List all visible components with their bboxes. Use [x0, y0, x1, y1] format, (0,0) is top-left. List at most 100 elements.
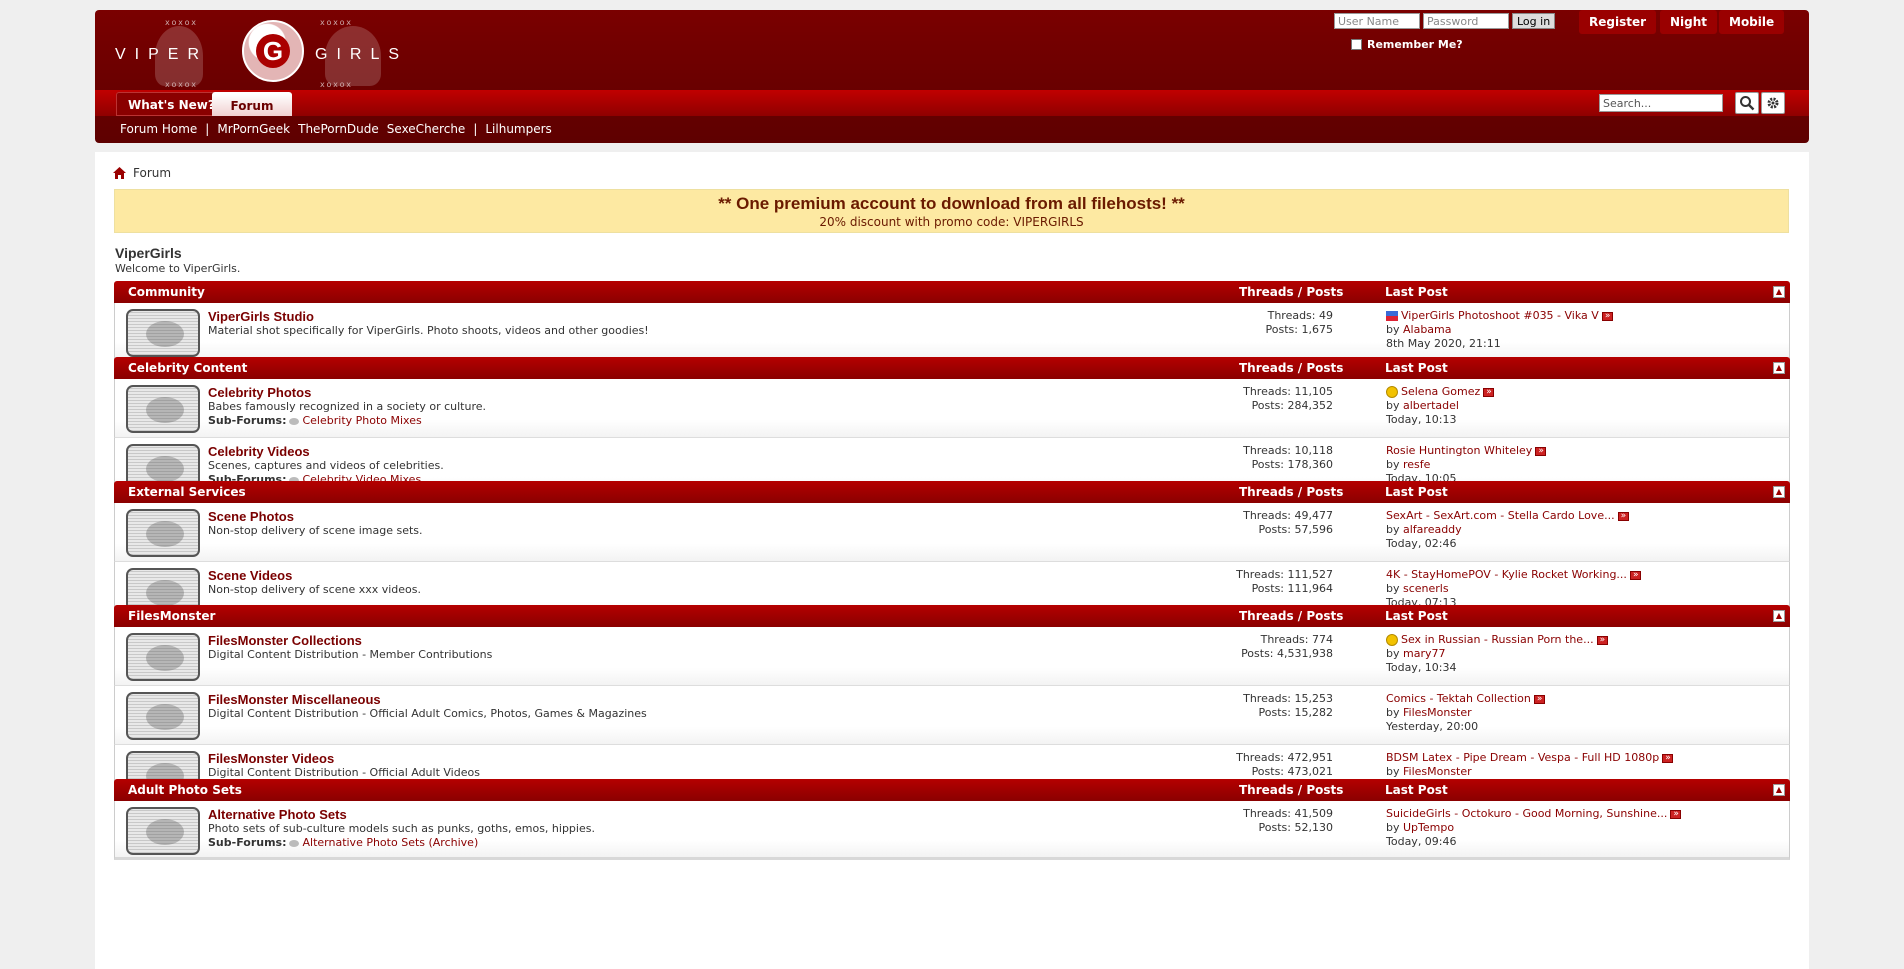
last-post: SexArt - SexArt.com - Stella Cardo Love.…	[1386, 509, 1629, 551]
last-post-title[interactable]: SexArt - SexArt.com - Stella Cardo Love.…	[1386, 509, 1615, 522]
last-post-author[interactable]: albertadel	[1403, 399, 1459, 412]
sub-navigation: Forum Home | MrPornGeek ThePornDude Sexe…	[120, 122, 552, 136]
forum-title[interactable]: Alternative Photo Sets	[208, 807, 347, 822]
last-post-title[interactable]: ViperGirls Photoshoot #035 - Vika V	[1401, 309, 1599, 322]
category-name[interactable]: Adult Photo Sets	[128, 779, 242, 801]
last-post-by-prefix: by	[1386, 647, 1400, 660]
last-post-title[interactable]: BDSM Latex - Pipe Dream - Vespa - Full H…	[1386, 751, 1659, 764]
login-button[interactable]: Log in	[1512, 13, 1556, 29]
go-to-last-post-icon[interactable]	[1533, 692, 1545, 706]
forum-title[interactable]: FilesMonster Videos	[208, 751, 334, 766]
column-threads-posts: Threads / Posts	[1239, 361, 1344, 375]
forum-stats: Threads: 41,509 Posts: 52,130	[1243, 807, 1333, 835]
breadcrumb: Forum	[113, 166, 171, 180]
remember-me[interactable]: Remember Me?	[1351, 38, 1463, 51]
category-name[interactable]: Community	[128, 281, 205, 303]
subnav-sexecherche[interactable]: SexeCherche	[387, 122, 466, 136]
forum-title[interactable]: FilesMonster Miscellaneous	[208, 692, 381, 707]
last-post-author[interactable]: Alabama	[1403, 323, 1452, 336]
category-header: Adult Photo Sets Threads / Posts Last Post…	[114, 779, 1790, 801]
subnav-theporndude[interactable]: ThePornDude	[298, 122, 379, 136]
last-post-by-prefix: by	[1386, 765, 1400, 778]
collapse-icon[interactable]: ▲	[1773, 784, 1785, 796]
go-to-last-post-icon[interactable]	[1483, 385, 1495, 399]
forum-title[interactable]: Scene Photos	[208, 509, 294, 524]
forum-title[interactable]: Celebrity Videos	[208, 444, 310, 459]
last-post: Comics - Tektah Collectionby FilesMonste…	[1386, 692, 1545, 734]
collapse-icon[interactable]: ▲	[1773, 286, 1785, 298]
forum-thumbnail[interactable]	[126, 633, 200, 681]
search-button[interactable]	[1735, 92, 1759, 114]
board-title: ViperGirls	[115, 245, 182, 261]
go-to-last-post-icon[interactable]	[1596, 633, 1608, 647]
last-post-title[interactable]: Rosie Huntington Whiteley	[1386, 444, 1532, 457]
go-to-last-post-icon[interactable]	[1670, 807, 1682, 821]
subnav-forum-home[interactable]: Forum Home	[120, 122, 197, 136]
collapse-icon[interactable]: ▲	[1773, 610, 1785, 622]
password-input[interactable]	[1423, 13, 1509, 29]
forum-description: Digital Content Distribution - Official …	[208, 766, 480, 779]
last-post-title[interactable]: SuicideGirls - Octokuro - Good Morning, …	[1386, 807, 1667, 820]
category-name[interactable]: External Services	[128, 481, 246, 503]
forum-thumbnail[interactable]	[126, 309, 200, 357]
go-to-last-post-icon[interactable]	[1617, 509, 1629, 523]
forum-thumbnail[interactable]	[126, 509, 200, 557]
last-post-author[interactable]: resfe	[1403, 458, 1430, 471]
last-post-title[interactable]: Selena Gomez	[1401, 385, 1480, 398]
last-post-author[interactable]: mary77	[1403, 647, 1446, 660]
forum-description: Material shot specifically for ViperGirl…	[208, 324, 649, 337]
category-name[interactable]: FilesMonster	[128, 605, 215, 627]
last-post-author[interactable]: FilesMonster	[1403, 706, 1472, 719]
register-button[interactable]: Register	[1579, 10, 1657, 34]
go-to-last-post-icon[interactable]	[1629, 568, 1641, 582]
site-header: xoxox xoxox xoxox xoxox VIPER G GIRLS Lo…	[95, 10, 1809, 143]
forum-row: ViperGirls Studio Material shot specifica…	[114, 303, 1790, 362]
sub-forum-link[interactable]: Celebrity Photo Mixes	[302, 414, 421, 427]
last-post-author[interactable]: FilesMonster	[1403, 765, 1472, 778]
sub-forum-link[interactable]: Alternative Photo Sets (Archive)	[302, 836, 478, 849]
promo-banner[interactable]: ** One premium account to download from …	[114, 189, 1789, 233]
last-post-time: Today, 09:46	[1386, 835, 1457, 848]
night-mode-button[interactable]: Night	[1660, 10, 1718, 34]
home-icon[interactable]	[113, 167, 126, 179]
thread-count: Threads: 111,527	[1236, 568, 1333, 581]
forum-thumbnail[interactable]	[126, 692, 200, 740]
last-post-author[interactable]: scenerls	[1403, 582, 1449, 595]
category-4: Adult Photo Sets Threads / Posts Last Post…	[114, 779, 1790, 860]
nav-tab-bar: What's New? Forum	[95, 90, 1809, 116]
search-input[interactable]	[1599, 94, 1723, 112]
collapse-icon[interactable]: ▲	[1773, 486, 1785, 498]
tab-whats-new[interactable]: What's New?	[116, 92, 227, 116]
tab-forum[interactable]: Forum	[212, 92, 292, 116]
last-post-author[interactable]: alfareaddy	[1403, 523, 1462, 536]
forum-title[interactable]: FilesMonster Collections	[208, 633, 362, 648]
category-name[interactable]: Celebrity Content	[128, 357, 247, 379]
forum-title[interactable]: Celebrity Photos	[208, 385, 311, 400]
last-post-by-prefix: by	[1386, 582, 1400, 595]
forum-title[interactable]: Scene Videos	[208, 568, 292, 583]
last-post: SuicideGirls - Octokuro - Good Morning, …	[1386, 807, 1682, 849]
last-post-time: Yesterday, 20:00	[1386, 720, 1479, 733]
forum-stats: Threads: 472,951 Posts: 473,021	[1236, 751, 1333, 779]
mobile-button[interactable]: Mobile	[1719, 10, 1785, 34]
go-to-last-post-icon[interactable]	[1601, 309, 1613, 323]
remember-me-checkbox[interactable]	[1351, 39, 1362, 50]
thread-count: Threads: 49,477	[1243, 509, 1333, 522]
go-to-last-post-icon[interactable]	[1662, 751, 1674, 765]
advanced-search-button[interactable]	[1761, 92, 1785, 114]
last-post-title[interactable]: 4K - StayHomePOV - Kylie Rocket Working.…	[1386, 568, 1627, 581]
last-post-title[interactable]: Comics - Tektah Collection	[1386, 692, 1531, 705]
username-input[interactable]	[1334, 13, 1420, 29]
forum-thumbnail[interactable]	[126, 385, 200, 433]
site-logo[interactable]: xoxox xoxox xoxox xoxox VIPER G GIRLS	[115, 14, 415, 94]
go-to-last-post-icon[interactable]	[1535, 444, 1547, 458]
emoji-icon	[1386, 386, 1398, 398]
last-post-author[interactable]: UpTempo	[1403, 821, 1454, 834]
forum-thumbnail[interactable]	[126, 807, 200, 855]
subnav-lilhumpers[interactable]: Lilhumpers	[485, 122, 551, 136]
collapse-icon[interactable]: ▲	[1773, 362, 1785, 374]
forum-title[interactable]: ViperGirls Studio	[208, 309, 314, 324]
last-post-title[interactable]: Sex in Russian - Russian Porn the...	[1401, 633, 1594, 646]
subnav-mrporngeek[interactable]: MrPornGeek	[217, 122, 290, 136]
breadcrumb-forum[interactable]: Forum	[133, 166, 171, 180]
